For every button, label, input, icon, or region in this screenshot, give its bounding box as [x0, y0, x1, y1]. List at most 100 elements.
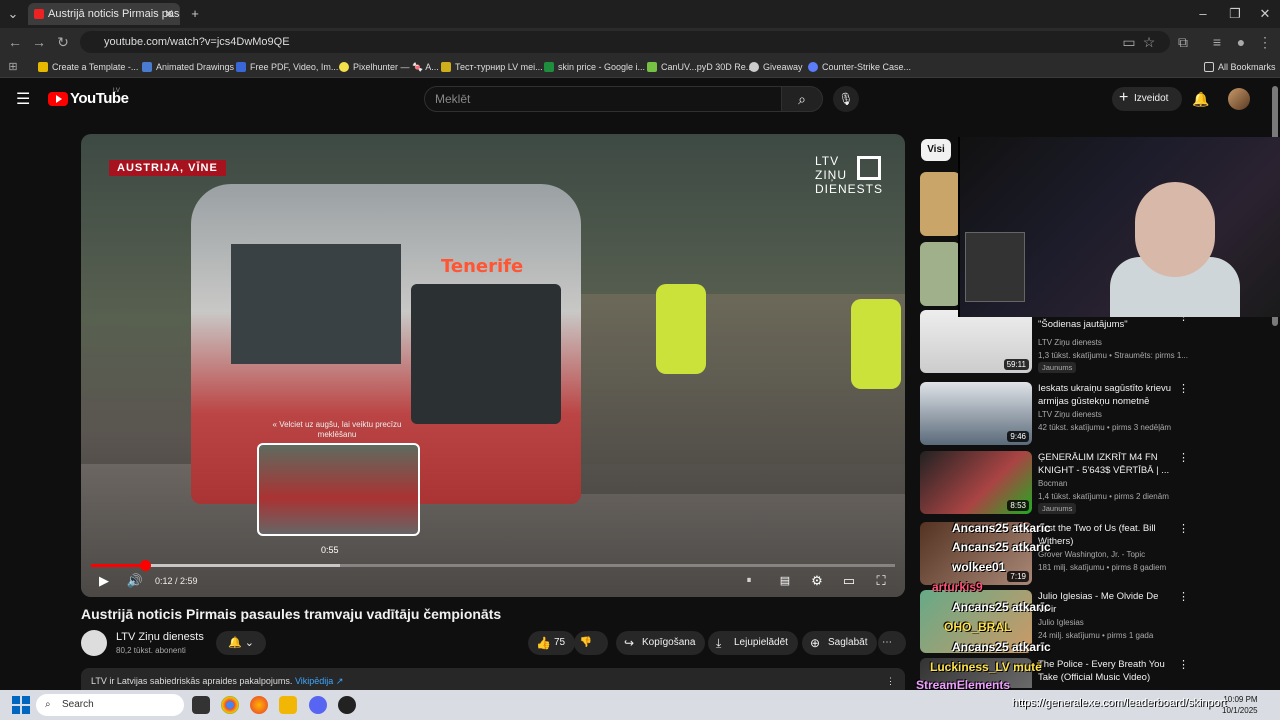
- account-avatar[interactable]: [1228, 88, 1250, 110]
- maximize-icon[interactable]: ❐: [1222, 0, 1248, 28]
- search-input[interactable]: Meklēt: [424, 86, 782, 112]
- notifications-bell-icon[interactable]: 🔔: [1190, 87, 1212, 111]
- browser-tab[interactable]: Austrijā noticis Pirmais pasaule ✕: [28, 3, 180, 25]
- recommendation-thumbnail[interactable]: 8:53: [920, 451, 1032, 514]
- youtube-logo-icon[interactable]: [48, 92, 68, 106]
- chat-line: Luckiness_LV mutē: [930, 660, 1042, 674]
- new-tab-icon[interactable]: +: [182, 0, 208, 28]
- bookmark-star-icon[interactable]: ☆: [1138, 28, 1160, 56]
- save-button[interactable]: ⊕ Saglabāt: [802, 631, 878, 655]
- profile-icon[interactable]: ●: [1230, 28, 1252, 56]
- download-button[interactable]: ⤓ Lejupielādēt: [708, 631, 798, 655]
- recommendation-title[interactable]: ĢENERĀLIM IZKRĪT M4 FN KNIGHT - 5'643$ V…: [1038, 451, 1178, 477]
- address-toolbar: ← → ↻ youtube.com/watch?v=jcs4DwMo9QE ▭ …: [0, 28, 1280, 56]
- volume-icon[interactable]: 🔊: [125, 571, 145, 591]
- recommendation-item[interactable]: 8:53 ĢENERĀLIM IZKRĪT M4 FN KNIGHT - 5'6…: [920, 451, 1276, 515]
- recommendation-channel[interactable]: LTV Ziņu dienests: [1038, 410, 1102, 419]
- bookmark-item[interactable]: Counter-Strike Case...: [808, 56, 911, 78]
- discord-icon[interactable]: [309, 696, 327, 714]
- tab-close-icon[interactable]: ✕: [164, 3, 174, 25]
- voice-search-icon[interactable]: 🎙: [833, 86, 859, 112]
- settings-gear-icon[interactable]: ⚙: [805, 571, 829, 591]
- recommendation-menu-icon[interactable]: ⋮: [1178, 522, 1189, 535]
- window-close-icon[interactable]: ✕: [1252, 0, 1278, 28]
- search-icon: ⌕: [45, 699, 51, 710]
- recommendation-title[interactable]: Julio Iglesias - Me Olvide De Vivir: [1038, 590, 1178, 616]
- autoplay-toggle-icon[interactable]: ⏸: [737, 571, 761, 591]
- recommendation-thumbnail[interactable]: [920, 242, 960, 306]
- subscription-bell-button[interactable]: 🔔 ⌄: [216, 631, 266, 655]
- media-icon[interactable]: ≡: [1206, 28, 1228, 56]
- taskbar-search[interactable]: ⌕ Search: [36, 694, 184, 716]
- chip-all[interactable]: Visi: [921, 139, 951, 161]
- wikipedia-link[interactable]: Vikipēdija ↗: [295, 676, 343, 686]
- reload-icon[interactable]: ↻: [52, 28, 74, 56]
- recommendation-thumbnail[interactable]: [920, 172, 960, 236]
- bookmark-favicon-icon: [339, 62, 349, 72]
- region-code: LV: [113, 88, 120, 94]
- dislike-button[interactable]: 👎: [574, 631, 608, 655]
- firefox-icon[interactable]: [250, 696, 268, 714]
- recommendation-channel[interactable]: Grover Washington, Jr. - Topic: [1038, 550, 1145, 559]
- tab-list-icon[interactable]: ⌄: [0, 0, 26, 28]
- search-button[interactable]: ⌕: [781, 86, 823, 112]
- back-icon[interactable]: ←: [4, 28, 26, 56]
- bookmark-item[interactable]: Free PDF, Video, Im...: [236, 56, 338, 78]
- forward-icon[interactable]: →: [28, 28, 50, 56]
- recommendation-item[interactable]: 59:11 "Šodienas jautājums" LTV Ziņu dien…: [920, 310, 1276, 374]
- system-clock[interactable]: 10:09 PM 10/1/2025: [1222, 694, 1258, 716]
- app-icon[interactable]: [338, 696, 356, 714]
- video-duration: 9:46: [1007, 431, 1029, 442]
- recommendation-menu-icon[interactable]: ⋮: [1178, 382, 1189, 395]
- task-view-icon[interactable]: [192, 696, 210, 714]
- minimize-icon[interactable]: –: [1190, 0, 1216, 28]
- recommendation-title[interactable]: Just the Two of Us (feat. Bill Withers): [1038, 522, 1178, 548]
- extensions-icon[interactable]: ⧉: [1172, 28, 1194, 56]
- progress-scrubber[interactable]: [139, 560, 151, 571]
- recommendation-menu-icon[interactable]: ⋮: [1178, 451, 1189, 464]
- progress-bar[interactable]: [91, 560, 895, 571]
- share-button[interactable]: ↪ Kopīgošana: [616, 631, 706, 655]
- bookmark-item[interactable]: Pixelhunter — 🍬 A...: [339, 56, 439, 78]
- description-box[interactable]: LTV ir Latvijas sabiedriskās apraides pa…: [81, 668, 905, 690]
- recommendation-thumbnail[interactable]: 9:46: [920, 382, 1032, 445]
- play-icon[interactable]: ▶: [95, 571, 113, 591]
- bookmark-item[interactable]: CanUV...pyD 30D Re...: [647, 56, 753, 78]
- recommendation-menu-icon[interactable]: ⋮: [1178, 658, 1189, 671]
- create-button[interactable]: + Izveidot: [1112, 87, 1182, 111]
- hamburger-menu-icon[interactable]: ☰: [16, 89, 30, 109]
- bookmark-item[interactable]: skin price - Google i...: [544, 56, 645, 78]
- cast-icon[interactable]: ▭: [1118, 28, 1140, 56]
- webcam-pc-case: [965, 232, 1025, 302]
- bookmark-item[interactable]: Тест-турнир LV mei...: [441, 56, 543, 78]
- recommendation-channel[interactable]: Bocman: [1038, 479, 1067, 488]
- recommendation-channel[interactable]: Julio Iglesias: [1038, 618, 1084, 627]
- fullscreen-icon[interactable]: ⛶: [869, 571, 893, 591]
- url-bar[interactable]: youtube.com/watch?v=jcs4DwMo9QE: [80, 31, 1170, 53]
- video-scene-person: [656, 284, 706, 374]
- subtitles-icon[interactable]: ▤: [773, 571, 797, 591]
- all-bookmarks[interactable]: All Bookmarks: [1204, 56, 1276, 78]
- file-explorer-icon[interactable]: [279, 696, 297, 714]
- windows-start-icon[interactable]: [12, 696, 30, 714]
- bookmark-item[interactable]: Create a Template -...: [38, 56, 138, 78]
- video-player[interactable]: Tenerife AUSTRIJA, VĪNE LTV ZIŅU DIENEST…: [81, 134, 905, 597]
- recommendation-title[interactable]: "Šodienas jautājums": [1038, 318, 1178, 331]
- recommendation-thumbnail[interactable]: 59:11: [920, 310, 1032, 373]
- chrome-icon[interactable]: [221, 696, 239, 714]
- bookmark-item[interactable]: Animated Drawings: [142, 56, 234, 78]
- bookmark-item[interactable]: Giveaway: [749, 56, 803, 78]
- recommendation-channel[interactable]: LTV Ziņu dienests: [1038, 338, 1102, 347]
- recommendation-item[interactable]: 9:46 Ieskats ukraiņu sagūstīto krievu ar…: [920, 382, 1276, 446]
- browser-menu-icon[interactable]: ⋮: [1254, 28, 1276, 56]
- theater-mode-icon[interactable]: ▭: [837, 571, 861, 591]
- channel-name[interactable]: LTV Ziņu dienests: [116, 631, 204, 643]
- recommendation-menu-icon[interactable]: ⋮: [1178, 590, 1189, 603]
- channel-avatar[interactable]: [81, 630, 107, 656]
- apps-grid-icon[interactable]: ⊞: [2, 56, 24, 78]
- recommendation-title[interactable]: Ieskats ukraiņu sagūstīto krievu armijas…: [1038, 382, 1178, 408]
- more-actions-button[interactable]: ⋯: [878, 631, 906, 655]
- tab-title: Austrijā noticis Pirmais pasaule: [48, 8, 180, 20]
- like-button[interactable]: 👍 75: [528, 631, 576, 655]
- recommendation-title[interactable]: The Police - Every Breath You Take (Offi…: [1038, 658, 1178, 684]
